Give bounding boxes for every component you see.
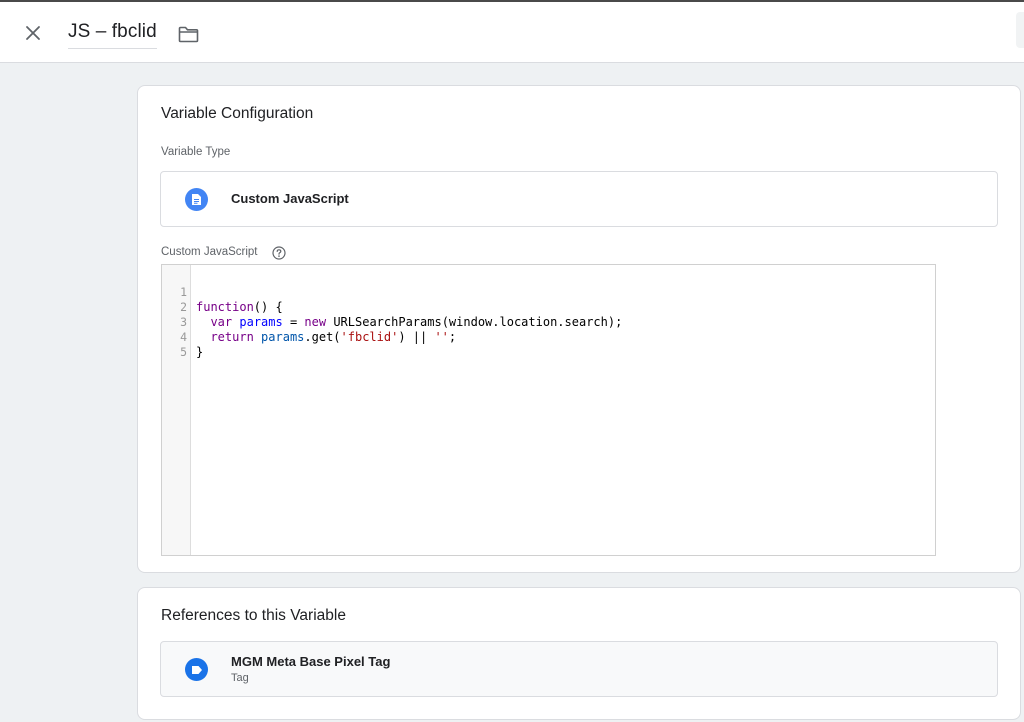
folder-icon[interactable] — [178, 26, 199, 43]
line-number: 5 — [180, 345, 187, 359]
side-panel-edge — [1016, 12, 1024, 48]
code-line: 4 } — [162, 315, 935, 359]
code-line: 2 var params = new URLSearchParams(windo… — [162, 285, 935, 329]
code-editor[interactable]: 1 function() { 2 var params = new URLSea… — [161, 264, 936, 556]
close-icon[interactable] — [25, 25, 41, 41]
variable-type-name: Custom JavaScript — [231, 191, 349, 206]
code-line: 3 return params.get('fbclid') || ''; — [162, 300, 935, 344]
close-button[interactable] — [18, 18, 48, 48]
variable-type-label: Variable Type — [161, 146, 231, 158]
reference-name: MGM Meta Base Pixel Tag — [231, 654, 391, 669]
reference-type: Tag — [231, 672, 249, 684]
folder-button[interactable] — [175, 22, 201, 46]
configuration-title: Variable Configuration — [161, 105, 314, 122]
custom-javascript-label: Custom JavaScript — [161, 246, 258, 258]
help-icon[interactable] — [272, 246, 286, 260]
code-line: 5 — [162, 330, 935, 359]
document-icon — [185, 188, 208, 211]
header-bar: JS – fbclid — [0, 0, 1024, 63]
variable-type-selector[interactable]: Custom JavaScript — [160, 171, 998, 227]
tag-icon — [185, 658, 208, 681]
references-card: References to this Variable MGM Meta Bas… — [137, 587, 1021, 720]
code-line: 1 function() { — [162, 270, 935, 314]
variable-name-field[interactable]: JS – fbclid — [68, 21, 157, 49]
variable-configuration-card: Variable Configuration Variable Type Cus… — [137, 85, 1021, 573]
reference-item[interactable]: MGM Meta Base Pixel Tag Tag — [160, 641, 998, 697]
references-title: References to this Variable — [161, 607, 346, 624]
variable-editor-page: JS – fbclid Variable Configuration Varia… — [0, 0, 1024, 722]
